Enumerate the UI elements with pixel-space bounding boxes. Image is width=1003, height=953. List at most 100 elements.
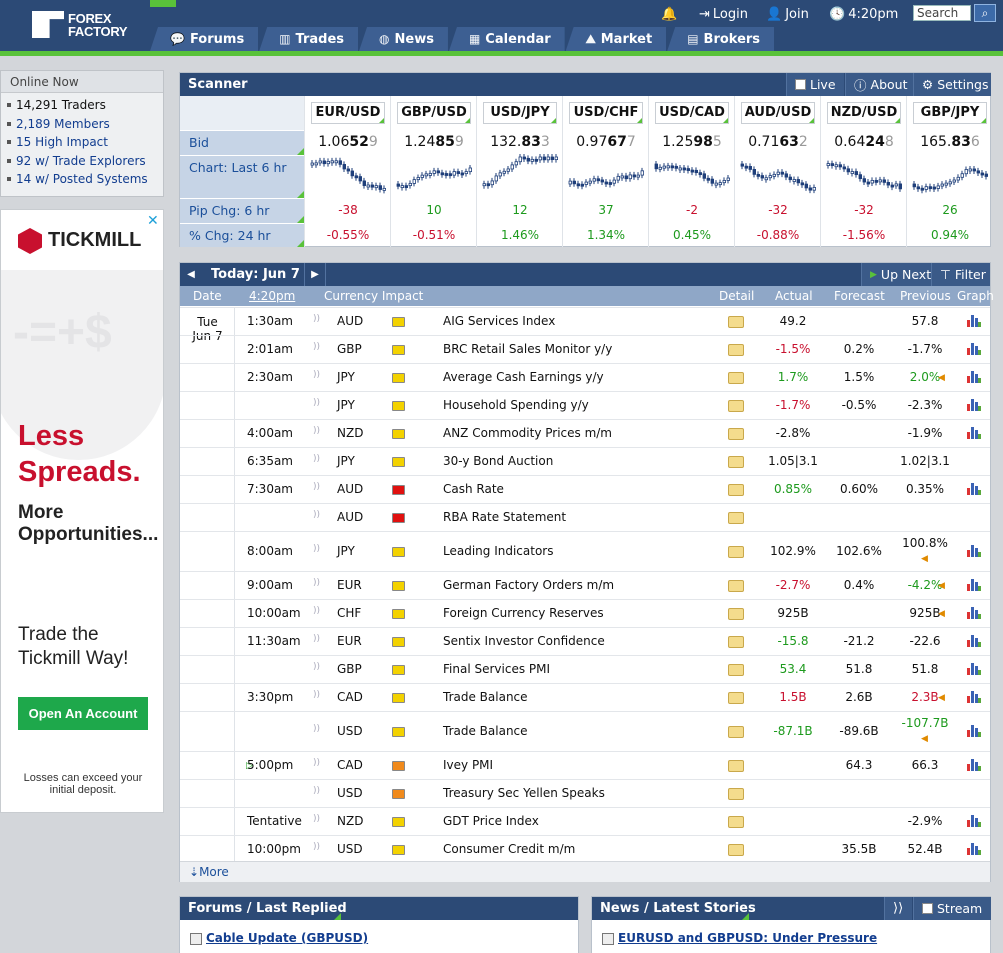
impact-icon[interactable] — [392, 401, 405, 411]
forum-thread-link[interactable]: Cable Update (GBPUSD) — [206, 931, 368, 945]
nav-calendar[interactable]: ▦ Calendar — [448, 27, 565, 51]
calendar-row[interactable]: 4:00am)) NZD ANZ Commodity Prices m/m -2.8%… — [180, 419, 990, 447]
graph-icon[interactable] — [967, 545, 981, 557]
graph-icon[interactable] — [967, 483, 981, 495]
event-title[interactable]: ANZ Commodity Prices m/m — [443, 426, 612, 440]
row-label-pct[interactable]: % Chg: 24 hr — [180, 223, 304, 247]
graph-icon[interactable] — [967, 607, 981, 619]
clock-time[interactable]: 🕓 4:20pm — [829, 7, 898, 22]
impact-icon[interactable] — [392, 457, 405, 467]
ad-close-icon[interactable]: ✕ — [147, 213, 159, 229]
event-title[interactable]: Final Services PMI — [443, 662, 550, 676]
detail-folder-icon[interactable] — [728, 608, 744, 620]
pair-button[interactable]: EUR/USD — [311, 102, 385, 124]
event-title[interactable]: Foreign Currency Reserves — [443, 606, 604, 620]
search-button[interactable]: ⌕ — [974, 4, 996, 22]
calendar-row[interactable]: 10:00am)) CHF Foreign Currency Reserves 925… — [180, 599, 990, 627]
prev-day-button[interactable]: ◀ — [180, 263, 202, 286]
calendar-row[interactable]: 5:00pm ▷)) CAD Ivey PMI 64.3 66.3 — [180, 751, 990, 779]
event-title[interactable]: Treasury Sec Yellen Speaks — [443, 786, 605, 800]
event-title[interactable]: BRC Retail Sales Monitor y/y — [443, 342, 612, 356]
detail-folder-icon[interactable] — [728, 664, 744, 676]
detail-folder-icon[interactable] — [728, 344, 744, 356]
pair-button[interactable]: USD/CAD — [655, 102, 729, 124]
more-link[interactable]: ⇣More — [180, 861, 990, 882]
pair-candle-chart[interactable] — [481, 154, 559, 196]
search-input[interactable]: Search — [913, 5, 971, 21]
calendar-row[interactable]: Tentative)) NZD GDT Price Index -2.9% — [180, 807, 990, 835]
detail-folder-icon[interactable] — [728, 372, 744, 384]
site-logo[interactable]: FOREX FACTORY — [32, 10, 132, 40]
impact-icon[interactable] — [392, 317, 405, 327]
nav-news[interactable]: ◍ News — [359, 27, 448, 51]
event-title[interactable]: Trade Balance — [443, 690, 528, 704]
calendar-row[interactable]: 8:00am)) JPY Leading Indicators 102.9% 102.6… — [180, 531, 990, 571]
live-checkbox[interactable] — [795, 79, 806, 90]
impact-icon[interactable] — [392, 547, 405, 557]
online-high-impact-link[interactable]: 15 High Impact — [16, 133, 108, 151]
row-label-chart[interactable]: Chart: Last 6 hr — [180, 155, 304, 198]
revised-icon[interactable]: ◀ — [921, 554, 928, 564]
event-title[interactable]: GDT Price Index — [443, 814, 539, 828]
pair-button[interactable]: USD/CHF — [569, 102, 643, 124]
about-button[interactable]: ⓘ About — [845, 73, 916, 96]
calendar-row[interactable]: 2:30am)) JPY Average Cash Earnings y/y 1.7%… — [180, 363, 990, 391]
revised-icon[interactable]: ◀ — [938, 606, 945, 622]
calendar-row[interactable]: 10:00pm)) USD Consumer Credit m/m 35.5B 52.4… — [180, 835, 990, 863]
event-title[interactable]: Sentix Investor Confidence — [443, 634, 605, 648]
nav-brokers[interactable]: ▤ Brokers — [667, 27, 775, 51]
detail-folder-icon[interactable] — [728, 456, 744, 468]
online-posted-systems[interactable]: 14 w/ Posted Systems — [7, 170, 163, 189]
nav-market[interactable]: ⛰ Market — [565, 27, 667, 51]
impact-icon[interactable] — [392, 665, 405, 675]
graph-icon[interactable] — [967, 635, 981, 647]
online-members-link[interactable]: 2,189 Members — [16, 115, 110, 133]
revised-icon[interactable]: ◀ — [921, 734, 928, 744]
event-title[interactable]: Consumer Credit m/m — [443, 842, 575, 856]
impact-icon[interactable] — [392, 429, 405, 439]
pair-button[interactable]: AUD/USD — [741, 102, 815, 124]
detail-folder-icon[interactable] — [728, 636, 744, 648]
calendar-row[interactable]: 11:30am)) EUR Sentix Investor Confidence -1… — [180, 627, 990, 655]
calendar-row[interactable]: 7:30am)) AUD Cash Rate 0.85% 0.60% 0.35% — [180, 475, 990, 503]
detail-folder-icon[interactable] — [728, 844, 744, 856]
pair-candle-chart[interactable] — [911, 154, 989, 196]
impact-icon[interactable] — [392, 609, 405, 619]
stream-toggle-icon[interactable]: ⟩⟩ — [884, 897, 912, 920]
impact-icon[interactable] — [392, 513, 405, 523]
pair-candle-chart[interactable] — [309, 154, 387, 196]
nav-forums[interactable]: 💬 Forums — [150, 27, 259, 51]
graph-icon[interactable] — [967, 759, 981, 771]
event-title[interactable]: RBA Rate Statement — [443, 510, 566, 524]
graph-icon[interactable] — [967, 725, 981, 737]
event-title[interactable]: Leading Indicators — [443, 544, 553, 558]
pair-button[interactable]: USD/JPY — [483, 102, 557, 124]
graph-icon[interactable] — [967, 815, 981, 827]
calendar-row[interactable]: )) AUD RBA Rate Statement — [180, 503, 990, 531]
calendar-row[interactable]: 6:35am)) JPY 30-y Bond Auction 1.05|3.1 1.02… — [180, 447, 990, 475]
detail-folder-icon[interactable] — [728, 316, 744, 328]
online-members[interactable]: 2,189 Members — [7, 115, 163, 134]
graph-icon[interactable] — [967, 399, 981, 411]
graph-icon[interactable] — [967, 371, 981, 383]
up-next-button[interactable]: ▶ Up Next — [861, 263, 940, 286]
pair-button[interactable]: GBP/JPY — [913, 102, 987, 124]
detail-folder-icon[interactable] — [728, 726, 744, 738]
news-story-link[interactable]: EURUSD and GBPUSD: Under Pressure — [618, 931, 877, 945]
detail-folder-icon[interactable] — [728, 484, 744, 496]
col-time[interactable]: 4:20pm — [249, 289, 295, 303]
detail-folder-icon[interactable] — [728, 546, 744, 558]
notifications-bell-icon[interactable]: 🔔 — [661, 7, 677, 22]
event-title[interactable]: Ivey PMI — [443, 758, 493, 772]
pair-candle-chart[interactable] — [567, 154, 645, 196]
revised-icon[interactable]: ◀ — [938, 370, 945, 386]
impact-icon[interactable] — [392, 761, 405, 771]
impact-icon[interactable] — [392, 727, 405, 737]
next-day-button[interactable]: ▶ — [304, 263, 326, 286]
event-title[interactable]: German Factory Orders m/m — [443, 578, 614, 592]
event-title[interactable]: Cash Rate — [443, 482, 504, 496]
graph-icon[interactable] — [967, 579, 981, 591]
event-title[interactable]: Household Spending y/y — [443, 398, 589, 412]
detail-folder-icon[interactable] — [728, 788, 744, 800]
revised-icon[interactable]: ◀ — [938, 578, 945, 594]
